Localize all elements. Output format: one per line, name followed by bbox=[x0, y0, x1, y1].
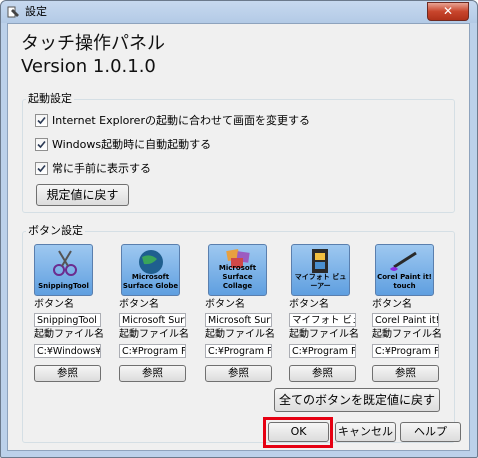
browse-button-3[interactable]: 参照 bbox=[205, 365, 272, 382]
ie-sync-label: Internet Explorerの起動に合わせて画面を変更する bbox=[52, 114, 310, 127]
browse-button-2[interactable]: 参照 bbox=[119, 365, 186, 382]
button-name-label: ボタン名 bbox=[372, 299, 412, 310]
browse-button-1[interactable]: 参照 bbox=[34, 365, 101, 382]
autostart-label: Windows起動時に自動起動する bbox=[52, 138, 212, 151]
button-name-field-2[interactable]: Microsoft Surfac bbox=[119, 313, 186, 327]
surface-globe-tile[interactable]: Microsoft Surface Globe bbox=[121, 244, 180, 296]
launch-file-label: 起動ファイル名 bbox=[372, 329, 442, 340]
reset-all-buttons-button[interactable]: 全てのボタンを既定値に戻す bbox=[274, 388, 440, 412]
tile-label: Microsoft Surface Collage bbox=[218, 264, 257, 290]
topmost-label: 常に手前に表示する bbox=[52, 162, 151, 175]
close-button[interactable]: ✕ bbox=[427, 2, 469, 21]
surface-collage-tile[interactable]: Microsoft Surface Collage bbox=[208, 244, 267, 296]
launch-file-field-4[interactable]: C:¥Program File bbox=[289, 344, 356, 358]
snippingtool-tile[interactable]: SnippingTool bbox=[34, 244, 93, 296]
title-bar[interactable]: 設定 ✕ bbox=[1, 1, 477, 23]
button-name-field-1[interactable]: SnippingTool bbox=[34, 313, 101, 327]
launch-file-label: 起動ファイル名 bbox=[205, 329, 275, 340]
tile-label: Corel Paint it! touch bbox=[377, 273, 432, 290]
checkmark-icon bbox=[37, 164, 46, 173]
tile-label: SnippingTool bbox=[38, 282, 89, 290]
ok-highlight-frame bbox=[263, 417, 333, 448]
tile-label: マイフォト ビューアー bbox=[294, 273, 347, 290]
reset-startup-button[interactable]: 規定値に戻す bbox=[36, 184, 129, 206]
button-name-label: ボタン名 bbox=[289, 299, 329, 310]
help-button[interactable]: ヘルプ bbox=[400, 422, 461, 442]
browse-button-4[interactable]: 参照 bbox=[289, 365, 356, 382]
checkmark-icon bbox=[37, 140, 46, 149]
startup-group-label: 起動設定 bbox=[26, 92, 74, 105]
app-icon bbox=[7, 6, 19, 18]
button-name-field-4[interactable]: マイフォト ビューア bbox=[289, 313, 356, 327]
ie-sync-checkbox[interactable] bbox=[35, 114, 48, 127]
dialog-body: タッチ操作パネル Version 1.0.1.0 起動設定 Internet E… bbox=[7, 23, 470, 451]
close-icon: ✕ bbox=[442, 4, 454, 18]
panel-title: タッチ操作パネル bbox=[21, 33, 165, 54]
launch-file-label: 起動ファイル名 bbox=[289, 329, 359, 340]
topmost-checkbox[interactable] bbox=[35, 162, 48, 175]
button-name-label: ボタン名 bbox=[119, 299, 159, 310]
version-label: Version 1.0.1.0 bbox=[21, 56, 156, 77]
window-title: 設定 bbox=[25, 5, 47, 18]
launch-file-field-5[interactable]: C:¥Program File bbox=[372, 344, 439, 358]
button-name-field-5[interactable]: Corel Paint it! tc bbox=[372, 313, 439, 327]
checkmark-icon bbox=[37, 116, 46, 125]
button-group-label: ボタン設定 bbox=[26, 224, 85, 237]
button-name-field-3[interactable]: Microsoft Surfac bbox=[205, 313, 272, 327]
launch-file-field-3[interactable]: C:¥Program File bbox=[205, 344, 272, 358]
launch-file-label: 起動ファイル名 bbox=[119, 329, 189, 340]
browse-button-5[interactable]: 参照 bbox=[372, 365, 439, 382]
launch-file-label: 起動ファイル名 bbox=[34, 329, 104, 340]
myphoto-viewer-tile[interactable]: マイフォト ビューアー bbox=[291, 244, 350, 296]
button-name-label: ボタン名 bbox=[205, 299, 245, 310]
launch-file-field-2[interactable]: C:¥Program File bbox=[119, 344, 186, 358]
corel-paint-tile[interactable]: Corel Paint it! touch bbox=[375, 244, 434, 296]
autostart-checkbox[interactable] bbox=[35, 138, 48, 151]
tile-label: Microsoft Surface Globe bbox=[122, 273, 179, 290]
cancel-button[interactable]: キャンセル bbox=[335, 422, 396, 442]
button-name-label: ボタン名 bbox=[34, 299, 74, 310]
scissors-icon bbox=[53, 250, 77, 276]
launch-file-field-1[interactable]: C:¥Windows¥sys bbox=[34, 344, 101, 358]
